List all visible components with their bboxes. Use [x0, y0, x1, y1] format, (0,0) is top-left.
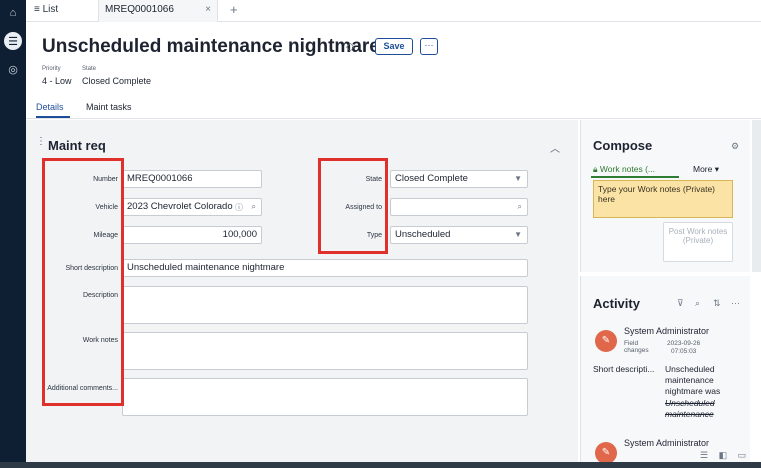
home-icon[interactable]: ⌂	[4, 4, 22, 22]
form-pane: ⋮ Maint req ︿ Number MREQ0001066 Vehicle…	[26, 120, 578, 462]
work-notes-placeholder: Type your Work notes (Private) here	[598, 184, 715, 204]
mileage-value: 100,000	[222, 229, 257, 240]
app-root: ⌂ ☰ ◎ ≡ List MREQ0001066 × + Unscheduled…	[0, 0, 761, 468]
state-value: Closed Complete	[82, 76, 152, 86]
activity-field-name: Short descripti...	[593, 364, 655, 374]
vehicle-value: 2023 Chevrolet Colorado	[127, 201, 233, 212]
activity-entry-type: Field changes	[624, 340, 649, 354]
side-panel: Compose ⚙ 🔒︎ Work notes (... More ▾ Type…	[580, 120, 750, 464]
list-menu-icon[interactable]: ☰	[4, 32, 22, 50]
activity-panel: Activity ⊽ ⌕ ⇅ ··· ✎ System Administrato…	[580, 276, 750, 464]
record-subtabs: Details Maint tasks	[26, 97, 761, 119]
highlight-box-left-labels	[42, 158, 124, 406]
save-button[interactable]: Save	[375, 38, 413, 55]
activity-time: 07:05:03	[671, 348, 697, 355]
additional-comments-textarea[interactable]	[122, 378, 528, 416]
info-icon[interactable]: ⓘ	[235, 202, 243, 213]
split-view-icon[interactable]: ◧	[719, 450, 728, 460]
activity-date: 2023-09-26	[667, 340, 701, 347]
compose-panel: Compose ⚙ 🔒︎ Work notes (... More ▾ Type…	[580, 120, 750, 272]
section-drag-handle-icon[interactable]: ⋮	[36, 136, 46, 147]
type-select-value: Unscheduled	[395, 229, 451, 240]
state-label: State	[82, 66, 97, 72]
lookup-search-icon[interactable]: ⌕	[252, 202, 256, 212]
left-nav-rail: ⌂ ☰ ◎	[0, 0, 26, 468]
short-description-field[interactable]: Unscheduled maintenance nightmare	[122, 259, 528, 277]
short-description-value: Unscheduled maintenance nightmare	[127, 262, 285, 273]
list-view-icon[interactable]: ☰	[700, 450, 708, 460]
search-icon[interactable]: ⌕	[695, 298, 700, 309]
activity-title: Activity	[593, 296, 640, 311]
assigned-to-field[interactable]: ⌕	[390, 198, 528, 216]
collapse-section-icon[interactable]: ︿	[550, 140, 560, 155]
tab-maint-tasks[interactable]: Maint tasks	[86, 102, 132, 112]
priority-label: Priority	[42, 66, 61, 72]
side-panel-scrollbar[interactable]	[752, 120, 761, 272]
lock-icon: 🔒︎	[593, 164, 598, 174]
settings-icon[interactable]: ⚙	[731, 141, 739, 152]
new-tab-icon[interactable]: +	[230, 2, 238, 17]
highlight-box-right-labels	[318, 158, 388, 254]
bottom-bar	[0, 462, 761, 468]
mileage-field[interactable]: 100,000	[122, 226, 262, 244]
more-tab[interactable]: More ▾	[693, 164, 719, 175]
state-select-value: Closed Complete	[395, 173, 468, 184]
chevron-down-icon: ▼	[514, 230, 522, 239]
record-tab-label: MREQ0001066	[105, 4, 174, 15]
tab-details[interactable]: Details	[36, 102, 64, 112]
dashboard-icon[interactable]: ◎	[4, 60, 22, 78]
priority-value: 4 - Low	[42, 76, 72, 86]
active-tab-indicator	[36, 116, 70, 118]
number-value: MREQ0001066	[127, 173, 193, 184]
sort-icon[interactable]: ⇅	[713, 298, 721, 309]
activity-old-value: Unscheduled maintenance	[665, 398, 715, 419]
view-switcher: ☰ ◧ ▭	[700, 450, 746, 461]
page-title: Unscheduled maintenance nightmare	[42, 36, 380, 57]
close-tab-icon[interactable]: ×	[205, 4, 211, 15]
state-select[interactable]: Closed Complete ▼	[390, 170, 528, 188]
work-notes-tab[interactable]: 🔒︎ Work notes (...	[593, 164, 655, 175]
chevron-down-icon: ▼	[514, 174, 522, 183]
type-select[interactable]: Unscheduled ▼	[390, 226, 528, 244]
vehicle-field[interactable]: 2023 Chevrolet Colorado ⓘ ⌕	[122, 198, 262, 216]
filter-icon[interactable]: ⊽	[677, 298, 684, 309]
tab-bar: ≡ List MREQ0001066 × +	[26, 0, 761, 22]
work-notes-input[interactable]: Type your Work notes (Private) here	[593, 180, 733, 218]
more-options-icon[interactable]: ···	[731, 298, 740, 308]
more-actions-button[interactable]: ···	[420, 38, 438, 55]
lookup-search-icon[interactable]: ⌕	[518, 202, 522, 212]
work-notes-tab-label: Work notes (...	[599, 164, 656, 174]
work-notes-tab-indicator	[591, 176, 679, 178]
post-work-notes-button[interactable]: Post Work notes (Private)	[663, 222, 733, 262]
list-tab[interactable]: ≡ List	[34, 4, 58, 15]
avatar: ✎	[595, 330, 617, 352]
description-textarea[interactable]	[122, 286, 528, 324]
activity-author: System Administrator	[624, 438, 710, 448]
tag-icon[interactable]: ◇	[346, 40, 354, 53]
compose-title: Compose	[593, 138, 653, 153]
activity-new-value: Unscheduled maintenance nightmare was	[665, 364, 721, 396]
activity-author: System Administrator	[624, 326, 710, 336]
record-tab[interactable]: MREQ0001066 ×	[98, 0, 218, 22]
section-title: Maint req	[48, 138, 106, 153]
avatar: ✎	[595, 442, 617, 464]
number-field[interactable]: MREQ0001066	[122, 170, 262, 188]
window-view-icon[interactable]: ▭	[738, 450, 747, 460]
work-notes-textarea[interactable]	[122, 332, 528, 370]
